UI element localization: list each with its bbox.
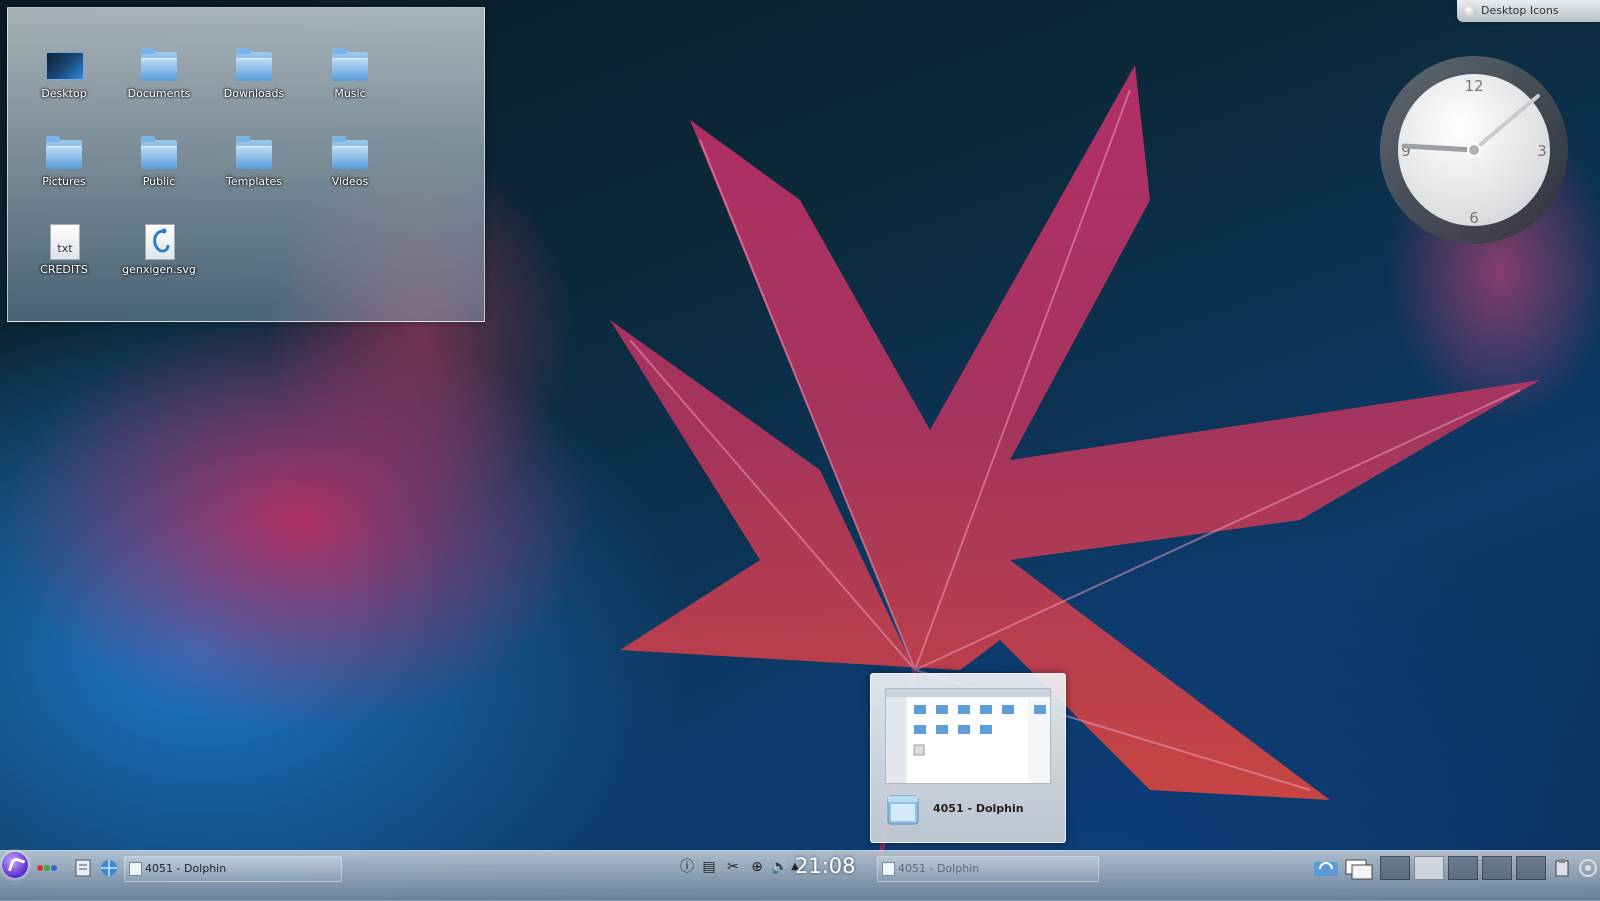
volume-icon[interactable]: 🔊 bbox=[771, 858, 789, 876]
taskbar-task-dolphin-secondary[interactable]: 4051 - Dolphin bbox=[877, 856, 1099, 882]
downloads-folder-item[interactable]: Downloads bbox=[208, 40, 300, 120]
dolphin-task-icon bbox=[882, 862, 895, 876]
item-label: Videos bbox=[331, 175, 369, 188]
device-notifier-icon[interactable]: ▤ bbox=[700, 858, 718, 876]
folder-icon bbox=[236, 136, 272, 169]
item-label: Music bbox=[334, 87, 366, 100]
window-thumbnail[interactable] bbox=[885, 688, 1051, 784]
clipboard-icon[interactable] bbox=[1554, 858, 1570, 878]
folder-icon bbox=[236, 48, 272, 81]
taskbar-task-dolphin[interactable]: 4051 - Dolphin bbox=[124, 856, 342, 882]
desktop-icons-button[interactable]: Desktop Icons bbox=[1457, 0, 1600, 22]
music-folder-item[interactable]: Music bbox=[304, 40, 396, 120]
pictures-folder-item[interactable]: Pictures bbox=[18, 128, 110, 208]
folder-icon bbox=[141, 48, 177, 81]
dolphin-task-icon bbox=[129, 862, 142, 876]
update-notifier-icon[interactable] bbox=[1312, 858, 1340, 880]
desktop-folder-icon bbox=[46, 48, 84, 80]
item-label: Desktop bbox=[41, 87, 87, 100]
activity-manager-icon[interactable] bbox=[36, 858, 58, 878]
genxigen-svg-item[interactable]: genxigen.svg bbox=[113, 216, 205, 296]
panel-toolbox-cashew-icon[interactable] bbox=[1578, 858, 1598, 878]
pager-desktop-4[interactable] bbox=[1482, 856, 1512, 880]
item-label: CREDITS bbox=[40, 263, 88, 276]
preview-window-title: 4051 - Dolphin bbox=[933, 802, 1024, 815]
clock-numeral-3: 3 bbox=[1537, 142, 1547, 160]
desktop-folder-view[interactable]: Desktop Documents Downloads Music Pictur… bbox=[7, 7, 485, 322]
public-folder-item[interactable]: Public bbox=[113, 128, 205, 208]
pager-desktop-3[interactable] bbox=[1448, 856, 1478, 880]
item-label: genxigen.svg bbox=[122, 263, 196, 276]
task-preview-tooltip[interactable]: 4051 - Dolphin bbox=[870, 673, 1066, 843]
digital-clock[interactable]: 21:08 bbox=[795, 854, 856, 878]
pager-desktop-5[interactable] bbox=[1516, 856, 1546, 880]
item-label: Documents bbox=[127, 87, 191, 100]
application-launcher-button[interactable] bbox=[2, 852, 28, 878]
text-file-icon: txt bbox=[46, 224, 82, 260]
videos-folder-item[interactable]: Videos bbox=[304, 128, 396, 208]
file-manager-launcher-icon[interactable] bbox=[73, 858, 93, 878]
desktop-folder-item[interactable]: Desktop bbox=[18, 40, 110, 120]
item-label: Pictures bbox=[42, 175, 86, 188]
credits-file-item[interactable]: txt CREDITS bbox=[18, 216, 110, 296]
clock-numeral-12: 12 bbox=[1464, 77, 1483, 95]
documents-folder-item[interactable]: Documents bbox=[113, 40, 205, 120]
analog-clock-widget[interactable]: 12 3 6 9 bbox=[1380, 56, 1570, 246]
task-label: 4051 - Dolphin bbox=[898, 862, 980, 875]
show-desktop-icon[interactable] bbox=[1344, 858, 1374, 880]
pager-desktop-2[interactable] bbox=[1414, 856, 1444, 880]
dolphin-app-icon bbox=[887, 792, 919, 826]
folder-icon bbox=[141, 136, 177, 169]
folder-icon bbox=[332, 136, 368, 169]
item-label: Public bbox=[142, 175, 176, 188]
desktop-icons-label: Desktop Icons bbox=[1481, 4, 1559, 17]
clipboard-scissors-icon[interactable]: ✂ bbox=[724, 858, 742, 876]
web-browser-launcher-icon[interactable] bbox=[99, 858, 119, 878]
folder-icon bbox=[332, 48, 368, 81]
clock-numeral-6: 6 bbox=[1469, 209, 1479, 227]
network-icon[interactable]: ⊕ bbox=[748, 858, 766, 876]
folder-icon bbox=[46, 136, 82, 169]
item-label: Templates bbox=[226, 175, 282, 188]
plasma-toolbox-icon bbox=[1464, 5, 1476, 17]
info-notifications-icon[interactable]: ⓘ bbox=[678, 858, 696, 876]
pager-desktop-1[interactable] bbox=[1380, 856, 1410, 880]
templates-folder-item[interactable]: Templates bbox=[208, 128, 300, 208]
task-label: 4051 - Dolphin bbox=[145, 862, 227, 875]
item-label: Downloads bbox=[223, 87, 285, 100]
svg-file-icon bbox=[141, 224, 177, 260]
